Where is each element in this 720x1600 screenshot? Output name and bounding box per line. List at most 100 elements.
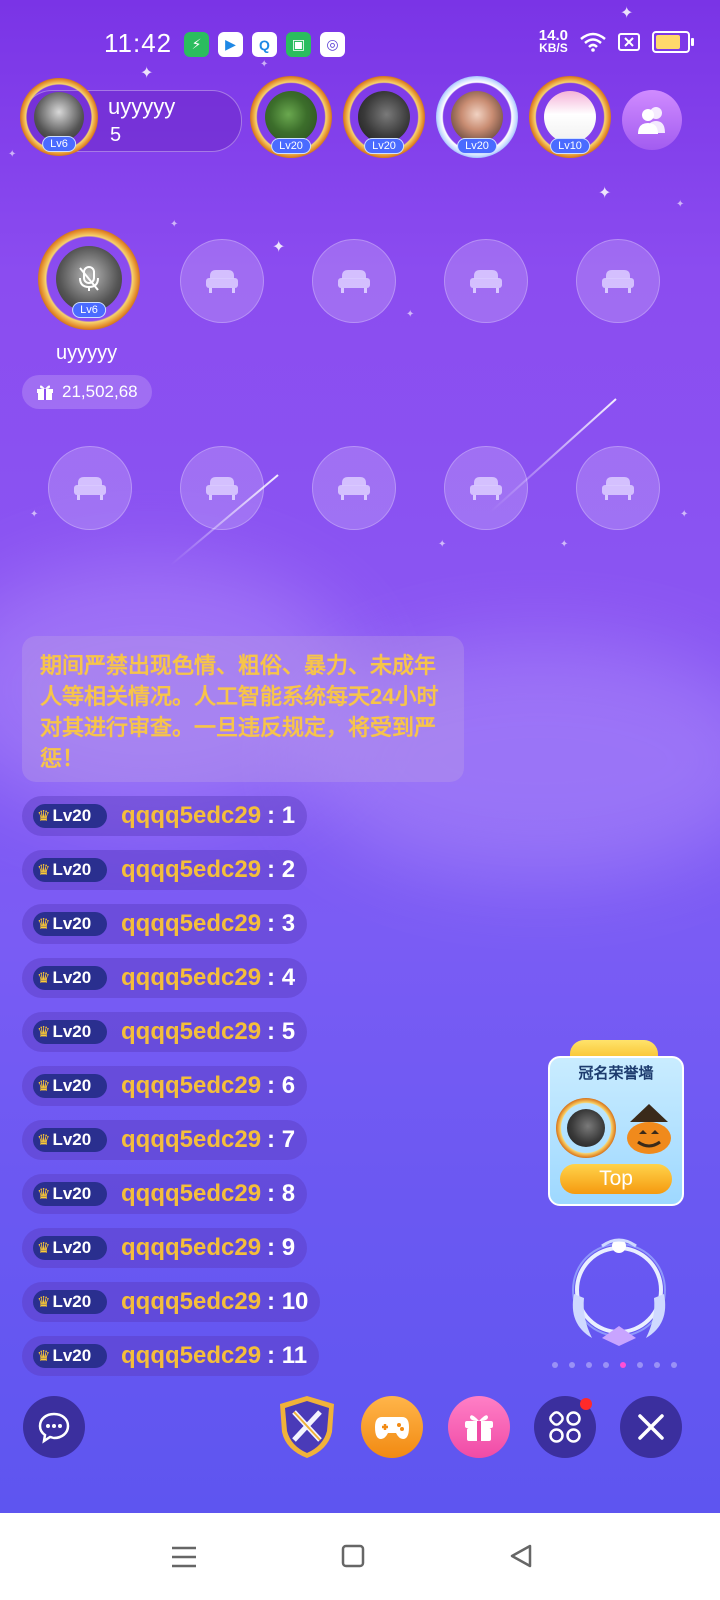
user-level: Lv20 [52, 1346, 92, 1365]
empty-seat-4[interactable] [576, 239, 660, 323]
game-button[interactable] [361, 1396, 423, 1458]
chat-message[interactable]: ♛ Lv20 qqqq5edc29 : 6 [22, 1066, 308, 1106]
empty-seat-8[interactable] [444, 446, 528, 530]
rank-avatar-image [265, 91, 317, 143]
honor-wall-top-button[interactable]: Top [560, 1164, 672, 1194]
chat-text: : 11 [267, 1342, 308, 1369]
crown-icon: ♛ [37, 808, 51, 825]
user-level: Lv20 [52, 806, 92, 825]
user-level-badge: ♛ Lv20 [33, 1182, 107, 1206]
rank-level-badge: Lv10 [550, 138, 590, 154]
chat-message[interactable]: ♛ Lv20 qqqq5edc29 : 8 [22, 1174, 308, 1214]
menu-icon[interactable] [170, 1545, 198, 1569]
chat-bubble-icon [38, 1412, 70, 1444]
chat-username[interactable]: qqqq5edc29 [121, 802, 261, 830]
host-seat-avatar[interactable]: Lv6 [38, 228, 140, 330]
user-level: Lv20 [52, 914, 92, 933]
user-level-badge: ♛ Lv20 [33, 1290, 107, 1314]
network-speed: 14.0 KB/S [539, 28, 568, 54]
grid-icon [549, 1411, 581, 1443]
gift-icon [37, 385, 53, 400]
page-dot [637, 1362, 643, 1368]
user-level-badge: ♛ Lv20 [33, 1236, 107, 1260]
system-status: 14.0 KB/S [539, 28, 694, 54]
chat-username[interactable]: qqqq5edc29 [121, 910, 261, 938]
chat-message[interactable]: ♛ Lv20 qqqq5edc29 : 11 [22, 1336, 320, 1376]
sofa-icon [338, 270, 370, 293]
rank-avatar-4[interactable]: Lv10 [529, 76, 611, 158]
host-number: 5 [110, 124, 122, 146]
chat-message[interactable]: ♛ Lv20 qqqq5edc29 : 5 [22, 1012, 308, 1052]
pk-battle-button[interactable] [276, 1394, 338, 1460]
host-seat-level: Lv6 [72, 302, 106, 318]
honor-wall-title: 冠名荣誉墙 [578, 1065, 654, 1082]
chat-username[interactable]: qqqq5edc29 [121, 1342, 261, 1370]
users-icon [638, 107, 665, 134]
chat-username[interactable]: qqqq5edc29 [121, 1126, 261, 1154]
host-avatar[interactable]: Lv6 [20, 78, 98, 156]
browser-app-icon: ◎ [320, 32, 345, 57]
gift-value: 21,502,68 [62, 382, 138, 401]
rank-avatar-1[interactable]: Lv20 [250, 76, 332, 158]
chat-input-button[interactable] [23, 1396, 85, 1458]
empty-seat-3[interactable] [444, 239, 528, 323]
page-dot [603, 1362, 609, 1368]
crown-icon: ♛ [37, 1186, 51, 1203]
empty-seat-7[interactable] [312, 446, 396, 530]
sofa-icon [470, 270, 502, 293]
rank-avatar-3[interactable]: Lv20 [436, 76, 518, 158]
sofa-icon [602, 477, 634, 500]
page-dot [586, 1362, 592, 1368]
chat-username[interactable]: qqqq5edc29 [121, 1018, 261, 1046]
chat-username[interactable]: qqqq5edc29 [121, 964, 261, 992]
chat-message[interactable]: ♛ Lv20 qqqq5edc29 : 4 [22, 958, 308, 998]
empty-seat-6[interactable] [180, 446, 264, 530]
chat-username[interactable]: qqqq5edc29 [121, 1234, 261, 1262]
chat-message[interactable]: ♛ Lv20 qqqq5edc29 : 3 [22, 904, 308, 944]
host-seat-name: uyyyyy [56, 342, 118, 364]
user-level: Lv20 [52, 1076, 92, 1095]
chat-username[interactable]: qqqq5edc29 [121, 1072, 261, 1100]
rank-avatar-2[interactable]: Lv20 [343, 76, 425, 158]
chat-message[interactable]: ♛ Lv20 qqqq5edc29 : 2 [22, 850, 308, 890]
chat-username[interactable]: qqqq5edc29 [121, 1288, 261, 1316]
user-level-badge: ♛ Lv20 [33, 804, 107, 828]
user-level-badge: ♛ Lv20 [33, 912, 107, 936]
honor-wall-widget[interactable]: 冠名荣誉墙 Top [548, 1040, 684, 1208]
crown-icon: ♛ [37, 916, 51, 933]
chat-text: : 3 [267, 910, 296, 937]
battery-icon [652, 31, 694, 53]
chat-message[interactable]: ♛ Lv20 qqqq5edc29 : 10 [22, 1282, 321, 1322]
chat-username[interactable]: qqqq5edc29 [121, 1180, 261, 1208]
more-menu-button[interactable] [534, 1396, 596, 1458]
gift-icon [465, 1415, 493, 1441]
crown-icon: ♛ [37, 1348, 51, 1365]
user-level: Lv20 [52, 968, 92, 987]
crown-icon: ♛ [37, 1078, 51, 1095]
chat-message[interactable]: ♛ Lv20 qqqq5edc29 : 9 [22, 1228, 308, 1268]
host-level-badge: Lv6 [42, 136, 76, 152]
wreath-frame-decor[interactable] [562, 1234, 676, 1348]
sofa-icon [74, 477, 106, 500]
crown-icon: ♛ [37, 1132, 51, 1149]
online-users-button[interactable] [622, 90, 682, 150]
crown-icon: ♛ [37, 862, 51, 879]
empty-seat-5[interactable] [48, 446, 132, 530]
crown-icon: ♛ [37, 1240, 51, 1257]
star-decor: ✦ [8, 149, 17, 160]
chat-message[interactable]: ♛ Lv20 qqqq5edc29 : 1 [22, 796, 308, 836]
chat-text: : 6 [267, 1072, 296, 1099]
chat-username[interactable]: qqqq5edc29 [121, 856, 261, 884]
home-icon[interactable] [340, 1543, 366, 1569]
room-notice: 期间严禁出现色情、粗俗、暴力、未成年人等相关情况。人工智能系统每天24小时对其进… [22, 636, 464, 782]
chat-message[interactable]: ♛ Lv20 qqqq5edc29 : 7 [22, 1120, 308, 1160]
back-icon[interactable] [508, 1543, 534, 1569]
close-room-button[interactable] [620, 1396, 682, 1458]
empty-seat-2[interactable] [312, 239, 396, 323]
gift-button[interactable] [448, 1396, 510, 1458]
honor-avatar-image [567, 1109, 605, 1147]
empty-seat-1[interactable] [180, 239, 264, 323]
empty-seat-9[interactable] [576, 446, 660, 530]
close-icon [638, 1414, 664, 1440]
honor-avatar-1 [556, 1098, 616, 1158]
